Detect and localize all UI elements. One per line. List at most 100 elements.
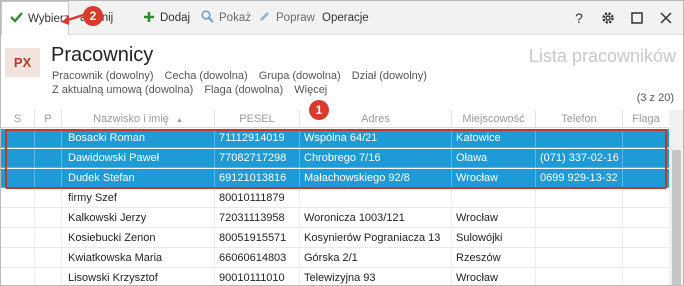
cell-pesel: 66060614803	[214, 249, 299, 268]
help-icon[interactable]: ?	[569, 1, 589, 35]
cell-phone	[535, 269, 622, 285]
cell-name: Dawidowski Paweł	[61, 149, 214, 168]
callout-arrow-icon	[61, 12, 87, 25]
cell-phone: (071) 337-02-16	[535, 149, 622, 168]
table-row[interactable]: Kalkowski Jerzy 72031113958 Woronicza 10…	[1, 209, 669, 228]
cell-address: Woronicza 1003/121	[299, 209, 451, 228]
filter-more[interactable]: Więcej	[294, 83, 327, 97]
callout-badge-1: 1	[309, 100, 329, 120]
cell-name: Kalkowski Jerzy	[61, 209, 214, 228]
vertical-scrollbar[interactable]	[669, 110, 683, 285]
pencil-icon	[258, 10, 271, 26]
page-title: Pracownicy	[51, 44, 154, 66]
cell-flag	[622, 229, 669, 248]
cell-p	[34, 169, 61, 188]
cell-city: Oława	[451, 149, 535, 168]
col-header-phone[interactable]: Telefon	[535, 110, 622, 128]
show-button-label: Pokaż	[219, 12, 251, 24]
filter-employee[interactable]: Pracownik (dowolny)	[52, 69, 153, 83]
cell-name: Lisowski Krzysztof	[61, 269, 214, 285]
filter-group[interactable]: Grupa (dowolna)	[259, 69, 341, 83]
cell-phone	[535, 189, 622, 208]
cell-phone	[535, 129, 622, 148]
col-header-pesel[interactable]: PESEL	[214, 110, 299, 128]
cell-address: Chrobrego 7/16	[299, 149, 451, 168]
table-row[interactable]: Dawidowski Paweł 77082717298 Chrobrego 7…	[1, 149, 669, 168]
filter-contract[interactable]: Z aktualną umową (dowolna)	[52, 83, 193, 97]
filter-bar: Pracownik (dowolny) Cecha (dowolna) Grup…	[52, 69, 572, 97]
cell-phone: 0699 929-13-32	[535, 169, 622, 188]
table-row[interactable]: Dudek Stefan 69121013816 Małachowskiego …	[1, 169, 669, 188]
cell-city	[451, 189, 535, 208]
page-subtitle: Lista pracowników	[528, 46, 676, 66]
cell-name: Dudek Stefan	[61, 169, 214, 188]
window: Wybierz amknij Dodaj Pokaż Popraw Operac…	[0, 0, 684, 286]
cell-p	[34, 269, 61, 285]
cell-phone	[535, 249, 622, 268]
cell-city: Wrocław	[451, 169, 535, 188]
edit-button[interactable]: Popraw	[258, 1, 315, 35]
col-header-s[interactable]: S	[1, 110, 34, 128]
cell-flag	[622, 189, 669, 208]
plus-icon	[143, 11, 155, 26]
cell-address	[299, 189, 451, 208]
sort-ascending-icon: ▲	[175, 117, 183, 124]
cell-city: Rzeszów	[451, 249, 535, 268]
operations-menu[interactable]: Operacje	[322, 1, 369, 35]
cell-address: Małachowskiego 92/8	[299, 169, 451, 188]
filter-department[interactable]: Dział (dowolny)	[352, 69, 427, 83]
toolbar: Wybierz amknij Dodaj Pokaż Popraw Operac…	[1, 1, 683, 35]
col-header-city[interactable]: Miejscowość	[451, 110, 535, 128]
module-badge: PX	[5, 48, 40, 77]
cell-phone	[535, 209, 622, 228]
cell-flag	[622, 169, 669, 188]
filter-feature[interactable]: Cecha (dowolna)	[165, 69, 248, 83]
add-button-label: Dodaj	[160, 12, 191, 24]
cell-pesel: 80051915571	[214, 229, 299, 248]
cell-p	[34, 209, 61, 228]
cell-name: Bosacki Roman	[61, 129, 214, 148]
cell-city: Wrocław	[451, 269, 535, 285]
col-header-p[interactable]: P	[34, 110, 61, 128]
table-row[interactable]: Kwiatkowska Maria 66060614803 Górska 2/1…	[1, 249, 669, 268]
cell-p	[34, 149, 61, 168]
cell-flag	[622, 269, 669, 285]
scrollbar-thumb[interactable]	[672, 150, 681, 285]
col-header-name-label: Nazwisko i imię	[93, 113, 169, 125]
maximize-icon[interactable]	[627, 1, 647, 35]
cell-p	[34, 189, 61, 208]
close-icon[interactable]	[656, 1, 676, 35]
search-icon	[201, 10, 214, 26]
cell-name: Kwiatkowska Maria	[61, 249, 214, 268]
record-count: (3 z 20)	[636, 92, 674, 104]
cell-pesel: 71112914019	[214, 129, 299, 148]
table-header: S P Nazwisko i imię ▲ PESEL Adres Miejsc…	[1, 110, 669, 128]
table-row[interactable]: Lisowski Krzysztof 90010111010 Telewizyj…	[1, 269, 669, 285]
cell-flag	[622, 249, 669, 268]
cell-address: Górska 2/1	[299, 249, 451, 268]
cell-pesel: 77082717298	[214, 149, 299, 168]
cell-pesel: 80010111879	[214, 189, 299, 208]
add-button[interactable]: Dodaj	[143, 1, 190, 35]
col-header-flag[interactable]: Flaga	[622, 110, 669, 128]
filter-flag[interactable]: Flaga (dowolna)	[204, 83, 283, 97]
cell-city: Wrocław	[451, 209, 535, 228]
cell-phone	[535, 229, 622, 248]
cell-pesel: 72031113958	[214, 209, 299, 228]
cell-flag	[622, 149, 669, 168]
cell-address: Wspólna 64/21	[299, 129, 451, 148]
cell-name: Kosiebucki Zenon	[61, 229, 214, 248]
show-button[interactable]: Pokaż	[201, 1, 251, 35]
table-row[interactable]: firmy Szef 80010111879	[1, 189, 669, 208]
gear-icon[interactable]	[598, 1, 618, 35]
cell-address: Telewizyjna 93	[299, 269, 451, 285]
cell-flag	[622, 209, 669, 228]
table-row[interactable]: Bosacki Roman 71112914019 Wspólna 64/21 …	[1, 129, 669, 148]
operations-menu-label: Operacje	[322, 12, 369, 24]
cell-flag	[622, 129, 669, 148]
edit-button-label: Popraw	[276, 12, 315, 24]
cell-city: Sulowójki	[451, 229, 535, 248]
col-header-name[interactable]: Nazwisko i imię ▲	[61, 110, 214, 128]
table-row[interactable]: Kosiebucki Zenon 80051915571 Kosynierów …	[1, 229, 669, 248]
cell-city: Katowice	[451, 129, 535, 148]
